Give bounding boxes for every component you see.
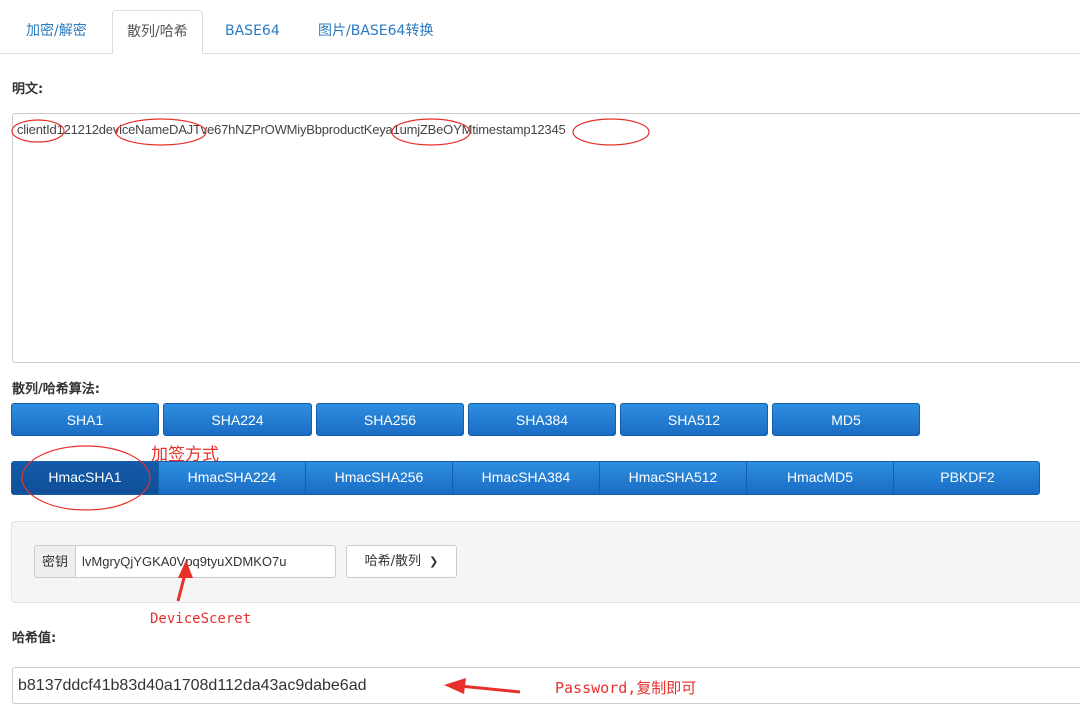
arrow-to-result (444, 678, 521, 694)
annotation-overlay (11, 118, 650, 694)
highlight-clientid (11, 119, 65, 143)
highlight-devicename (115, 118, 207, 146)
arrow-to-key (176, 560, 193, 602)
highlight-timestamp (572, 118, 650, 146)
highlight-productkey (391, 118, 471, 146)
highlight-hmacsha1 (21, 445, 151, 511)
